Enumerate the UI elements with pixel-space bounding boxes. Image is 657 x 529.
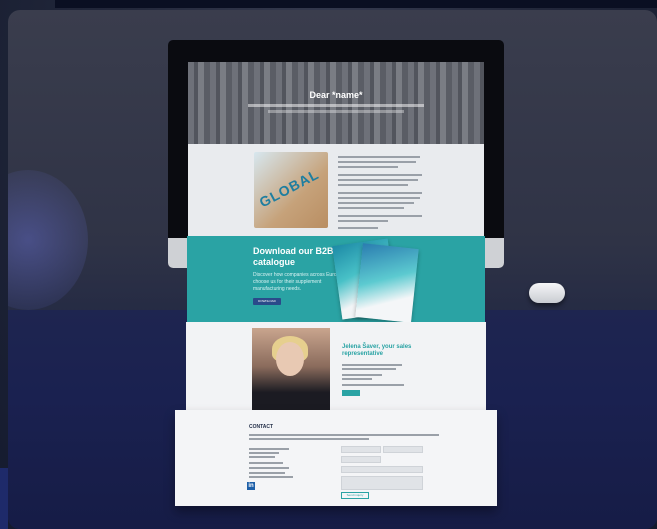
email-field[interactable] xyxy=(341,466,423,473)
left-edge-strip xyxy=(0,468,8,529)
brochure-image xyxy=(355,243,419,323)
body-text-line xyxy=(338,215,422,217)
last-name-field[interactable] xyxy=(383,446,423,453)
download-button[interactable]: DOWNLOAD xyxy=(253,298,281,305)
address-line xyxy=(249,476,293,478)
rep-text-line xyxy=(342,378,372,380)
contact-text-line xyxy=(249,434,439,436)
catalogue-section: Download our B2B catalogue Discover how … xyxy=(187,236,485,323)
hero-title: Dear *name* xyxy=(309,90,363,100)
rep-text-line xyxy=(342,384,404,386)
product-box-image: GLOBAL xyxy=(254,152,328,228)
rep-face xyxy=(276,342,304,376)
catalogue-subtitle: Discover how companies across Europe cho… xyxy=(253,272,343,292)
body-text-line xyxy=(338,207,404,209)
light-glow xyxy=(8,170,88,310)
hero-banner xyxy=(188,62,484,144)
address-line xyxy=(249,452,279,454)
body-text-line xyxy=(338,161,416,163)
body-text-line xyxy=(338,174,422,176)
rep-title: Jelena Šaver, your sales representative xyxy=(342,344,412,357)
box-logo: GLOBAL xyxy=(256,165,322,211)
send-button[interactable]: Send inquiry xyxy=(341,492,369,499)
hero-subtitle-line xyxy=(268,110,404,113)
linkedin-icon[interactable]: in xyxy=(247,482,255,490)
address-line xyxy=(249,467,289,469)
rep-text-line xyxy=(342,374,382,376)
body-text-line xyxy=(338,192,422,194)
sales-rep-section: Jelena Šaver, your sales representative xyxy=(186,322,486,422)
contact-title: CONTACT xyxy=(249,424,274,430)
body-text-line xyxy=(338,220,388,222)
scene: Dear *name* GLOBAL Download our B2B cata… xyxy=(0,0,657,529)
top-band xyxy=(55,0,657,8)
rep-photo xyxy=(252,328,330,414)
body-text-line xyxy=(338,184,408,186)
first-name-field[interactable] xyxy=(341,446,381,453)
address-line xyxy=(249,456,275,458)
body-text-line xyxy=(338,202,414,204)
hero-subtitle-line xyxy=(248,104,424,107)
message-field[interactable] xyxy=(341,476,423,490)
body-text-line xyxy=(338,166,398,168)
body-text-line xyxy=(338,156,420,158)
rep-contact-button[interactable] xyxy=(342,390,360,396)
body-text-line xyxy=(338,197,420,199)
contact-text-line xyxy=(249,438,369,440)
address-line xyxy=(249,448,289,450)
rep-text-line xyxy=(342,364,402,366)
body-text-line xyxy=(338,227,378,229)
contact-section: CONTACT in Send inquiry xyxy=(175,410,497,506)
address-line xyxy=(249,462,283,464)
address-line xyxy=(249,472,285,474)
body-text-line xyxy=(338,179,418,181)
mouse-device xyxy=(529,283,565,303)
company-field[interactable] xyxy=(341,456,381,463)
rep-text-line xyxy=(342,368,396,370)
catalogue-title: Download our B2B catalogue xyxy=(253,246,334,267)
